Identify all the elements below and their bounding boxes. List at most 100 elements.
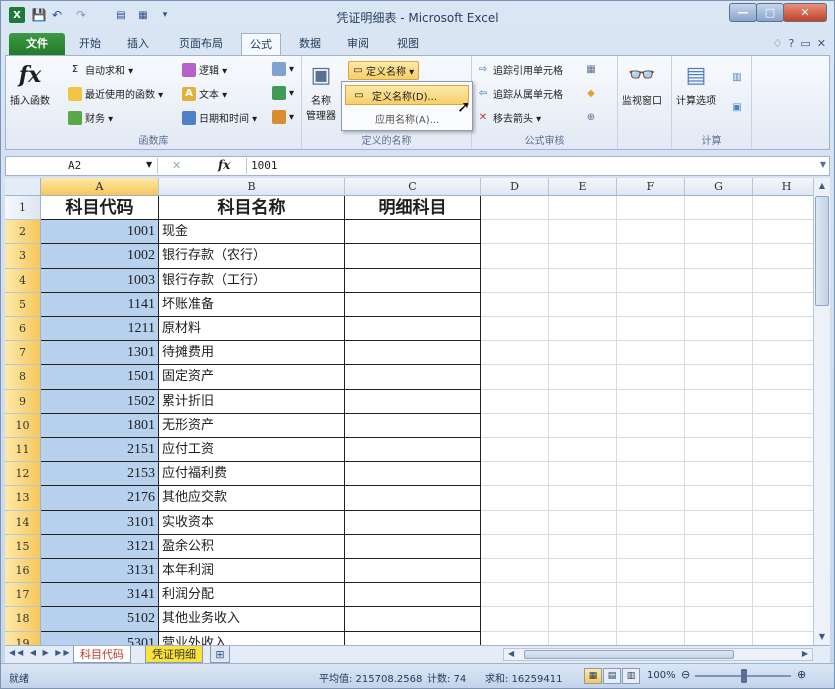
detail-account-cell[interactable]	[345, 389, 481, 414]
empty-cell[interactable]	[481, 607, 549, 632]
empty-cell[interactable]	[549, 583, 617, 608]
detail-account-cell[interactable]	[345, 365, 481, 390]
empty-cell[interactable]	[617, 631, 685, 645]
tab-insert[interactable]: 插入	[119, 33, 157, 55]
empty-cell[interactable]	[753, 317, 813, 342]
error-checking-icon[interactable]: ◆	[584, 86, 598, 100]
sheet-tab-voucher-details[interactable]: 凭证明细	[145, 646, 203, 663]
empty-cell[interactable]	[753, 293, 813, 317]
vertical-scrollbar[interactable]: ▲ ▼	[813, 178, 830, 645]
empty-cell[interactable]	[685, 534, 753, 559]
account-name-cell[interactable]: 累计折旧	[159, 389, 345, 414]
empty-cell[interactable]	[481, 413, 549, 438]
empty-cell[interactable]	[753, 390, 813, 414]
account-name-cell[interactable]: 无形资产	[159, 413, 345, 438]
account-name-cell[interactable]: 应付工资	[159, 438, 345, 463]
column-header[interactable]: F	[617, 178, 685, 196]
tab-view[interactable]: 视图	[389, 33, 427, 55]
page-break-view-button[interactable]: ▥	[622, 668, 640, 684]
close-workbook-icon[interactable]: ✕	[817, 37, 826, 50]
empty-cell[interactable]	[481, 559, 549, 584]
detail-account-cell[interactable]	[345, 583, 481, 608]
empty-cell[interactable]	[685, 510, 753, 535]
account-code-cell[interactable]: 1801	[41, 413, 159, 438]
empty-cell[interactable]	[753, 220, 813, 245]
name-box[interactable]: A2	[8, 158, 158, 174]
select-all-corner[interactable]	[5, 178, 41, 196]
empty-cell[interactable]	[617, 486, 685, 511]
empty-cell[interactable]	[549, 341, 617, 366]
account-code-cell[interactable]: 3101	[41, 510, 159, 535]
account-name-cell[interactable]: 银行存款（农行）	[159, 244, 345, 269]
header-cell[interactable]: 科目代码	[41, 196, 159, 221]
formula-input[interactable]: 1001	[246, 158, 816, 174]
empty-cell[interactable]	[549, 365, 617, 390]
empty-cell[interactable]	[617, 268, 685, 293]
row-header[interactable]: 5	[5, 292, 41, 317]
account-name-cell[interactable]: 应付福利费	[159, 462, 345, 487]
row-header[interactable]: 19	[5, 631, 41, 645]
empty-cell[interactable]	[549, 462, 617, 487]
menu-item-apply-names[interactable]: 应用名称(A)...	[345, 108, 469, 128]
account-code-cell[interactable]: 1502	[41, 389, 159, 414]
empty-cell[interactable]	[481, 534, 549, 559]
tab-formulas[interactable]: 公式	[241, 33, 281, 57]
empty-cell[interactable]	[617, 317, 685, 342]
empty-cell[interactable]	[617, 438, 685, 463]
empty-cell[interactable]	[685, 220, 753, 245]
text-button[interactable]: A 文本 ▾	[182, 86, 227, 101]
empty-cell[interactable]	[549, 607, 617, 632]
chevron-down-icon[interactable]: ▼	[146, 160, 152, 169]
column-header[interactable]: B	[159, 178, 345, 196]
empty-cell[interactable]	[753, 438, 813, 463]
recent-functions-button[interactable]: 最近使用的函数 ▾	[68, 86, 163, 101]
account-code-cell[interactable]: 1003	[41, 268, 159, 293]
account-code-cell[interactable]: 2176	[41, 486, 159, 511]
account-name-cell[interactable]: 利润分配	[159, 583, 345, 608]
empty-cell[interactable]	[617, 583, 685, 608]
detail-account-cell[interactable]	[345, 341, 481, 366]
row-header[interactable]: 6	[5, 317, 41, 342]
empty-cell[interactable]	[685, 196, 753, 221]
evaluate-formula-icon[interactable]: ⊕	[584, 110, 598, 124]
calculate-now-icon[interactable]: ▥	[730, 70, 744, 84]
show-formulas-icon[interactable]: ▦	[584, 62, 598, 76]
row-header[interactable]: 12	[5, 462, 41, 487]
column-header[interactable]: E	[549, 178, 617, 196]
empty-cell[interactable]	[549, 534, 617, 559]
insert-function-icon[interactable]: fx	[218, 158, 230, 172]
column-header[interactable]: G	[685, 178, 753, 196]
empty-cell[interactable]	[481, 365, 549, 390]
page-layout-view-button[interactable]: ▤	[603, 668, 621, 684]
empty-cell[interactable]	[685, 292, 753, 317]
column-header[interactable]: A	[41, 178, 159, 196]
empty-cell[interactable]	[481, 510, 549, 535]
empty-cell[interactable]	[617, 510, 685, 535]
detail-account-cell[interactable]	[345, 462, 481, 487]
account-name-cell[interactable]: 坏账准备	[159, 292, 345, 317]
empty-cell[interactable]	[549, 292, 617, 317]
account-name-cell[interactable]: 盈余公积	[159, 534, 345, 559]
close-button[interactable]: ✕	[783, 3, 827, 22]
empty-cell[interactable]	[481, 631, 549, 645]
empty-cell[interactable]	[617, 365, 685, 390]
logical-button[interactable]: 逻辑 ▾	[182, 62, 227, 77]
empty-cell[interactable]	[617, 413, 685, 438]
empty-cell[interactable]	[549, 438, 617, 463]
empty-cell[interactable]	[617, 196, 685, 221]
row-header[interactable]: 16	[5, 559, 41, 584]
empty-cell[interactable]	[617, 534, 685, 559]
account-code-cell[interactable]: 5102	[41, 607, 159, 632]
row-header[interactable]: 13	[5, 486, 41, 511]
account-name-cell[interactable]: 现金	[159, 220, 345, 245]
empty-cell[interactable]	[753, 414, 813, 438]
define-name-button[interactable]: ▭ 定义名称 ▾	[348, 61, 420, 80]
maximize-button[interactable]: □	[756, 3, 784, 22]
account-name-cell[interactable]: 营业外收入	[159, 631, 345, 645]
autosum-button[interactable]: Σ 自动求和 ▾	[68, 62, 133, 77]
new-sheet-icon[interactable]: ⊞	[210, 646, 230, 663]
account-code-cell[interactable]: 2151	[41, 438, 159, 463]
trace-dependents-button[interactable]: ⇦ 追踪从属单元格	[476, 86, 563, 101]
zoom-slider-thumb[interactable]	[741, 669, 747, 683]
row-header[interactable]: 4	[5, 268, 41, 293]
